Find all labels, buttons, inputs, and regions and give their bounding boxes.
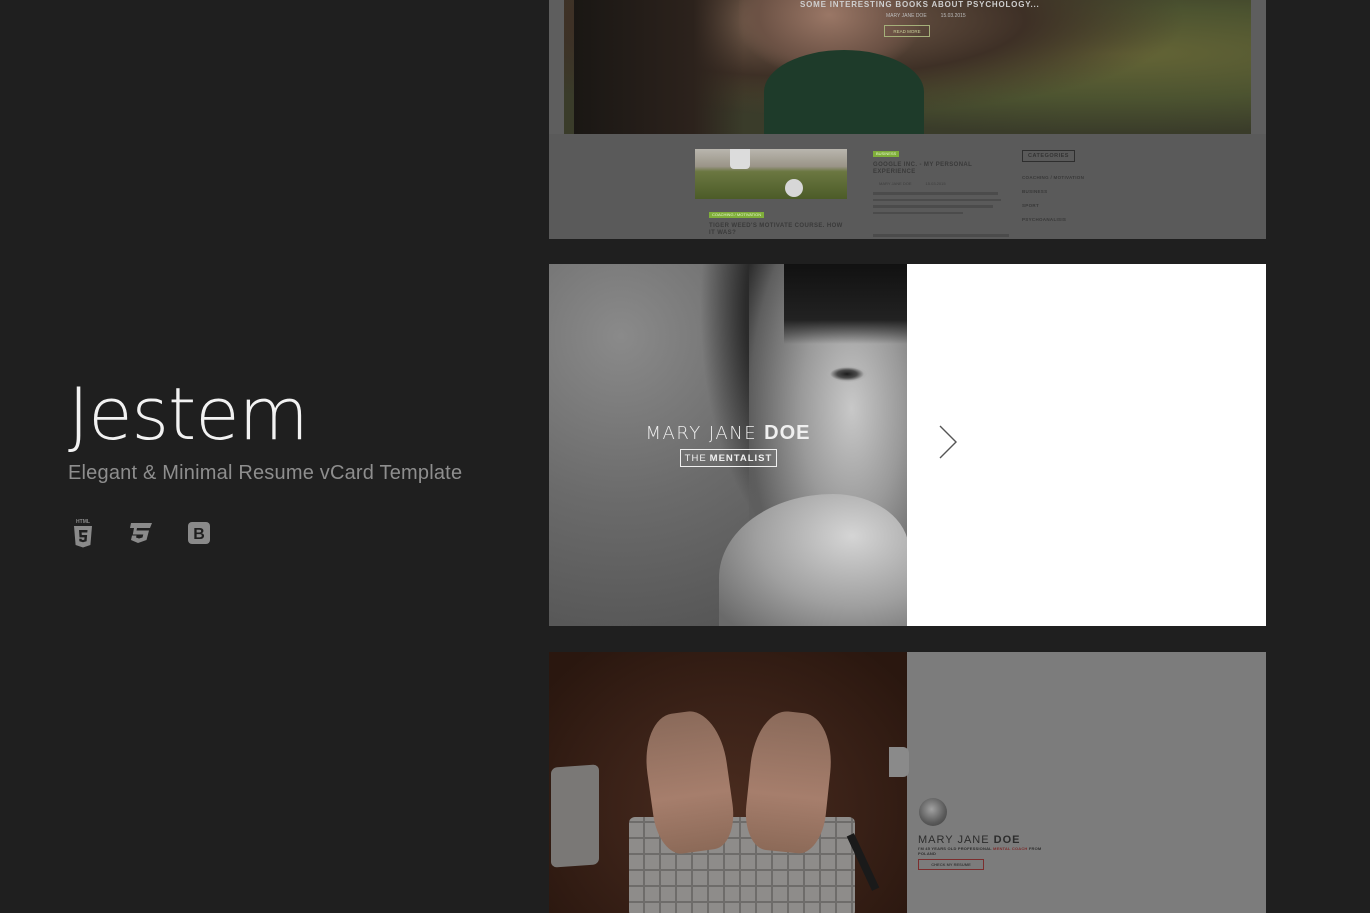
- chevron-right-icon[interactable]: [937, 424, 959, 460]
- post-author: MARY JANE DOE: [879, 181, 912, 186]
- read-more-button[interactable]: READ MORE: [884, 25, 930, 37]
- blog-hero-author: MARY JANE DOE: [886, 13, 927, 19]
- svg-text:HTML: HTML: [76, 519, 90, 525]
- hero-first-name: MARY JANE: [645, 423, 758, 444]
- blog-hero-title: SOME INTERESTING BOOKS ABOUT PSYCHOLOGY.…: [800, 0, 1040, 9]
- post-excerpt: [873, 192, 1003, 218]
- post-golf-image: [695, 149, 847, 199]
- profile-content: MARY JANE DOE I'M 45 YEARS OLD PROFESSIO…: [889, 652, 1266, 913]
- css3-icon: [128, 516, 154, 550]
- categories-heading: CATEGORIES: [1022, 150, 1075, 162]
- tech-icons: HTML B: [70, 516, 212, 550]
- hero-last-name: DOE: [764, 422, 811, 444]
- svg-text:B: B: [193, 526, 205, 543]
- hero-content-area: [907, 264, 1266, 626]
- category-item[interactable]: SPORT: [1022, 203, 1039, 208]
- post-tag-2[interactable]: COACHING / MOTIVATION: [709, 212, 765, 218]
- profile-description: I'M 45 YEARS OLD PROFESSIONAL MENTAL COA…: [918, 846, 1058, 856]
- hero-photo: MARY JANE DOE THE MENTALIST: [549, 264, 909, 626]
- hero-bangs: [784, 264, 907, 344]
- phone-device: [551, 764, 599, 868]
- hero-panel: MARY JANE DOE THE MENTALIST: [549, 264, 1266, 626]
- blog-preview-panel[interactable]: SOME INTERESTING BOOKS ABOUT PSYCHOLOGY.…: [549, 0, 1266, 239]
- profile-name: MARY JANE DOE: [918, 834, 1020, 846]
- html5-icon: HTML: [70, 516, 96, 550]
- check-resume-button[interactable]: CHECK MY RESUME: [918, 859, 984, 870]
- hero-role: MENTALIST: [709, 452, 773, 464]
- blog-hero-meta: MARY JANE DOE 15.03.2015: [886, 13, 966, 19]
- golf-ball: [785, 179, 803, 197]
- post-title-2[interactable]: TIGER WEED'S MOTIVATE COURSE. HOW IT WAS…: [709, 223, 849, 237]
- category-item[interactable]: BUSINESS: [1022, 189, 1047, 194]
- post-tag[interactable]: BUSINESS: [873, 151, 900, 157]
- bootstrap-icon: B: [186, 516, 212, 550]
- blog-hero-image: SOME INTERESTING BOOKS ABOUT PSYCHOLOGY.…: [564, 0, 1251, 134]
- blog-hero-date: 15.03.2015: [940, 13, 966, 19]
- profile-desc-highlight: MENTAL COACH: [993, 846, 1028, 851]
- blog-body: BUSINESS GOOGLE INC. - MY PERSONAL EXPER…: [549, 134, 1266, 239]
- post-date: 15.03.2015: [925, 181, 946, 186]
- brand: Jestem Elegant & Minimal Resume vCard Te…: [68, 378, 462, 485]
- profile-first-name: MARY JANE: [918, 834, 990, 846]
- brand-title: Jestem: [68, 372, 309, 456]
- avatar: [919, 798, 947, 826]
- profile-last-name: DOE: [993, 834, 1021, 846]
- profile-preview-panel[interactable]: MARY JANE DOE I'M 45 YEARS OLD PROFESSIO…: [549, 652, 1266, 913]
- hero-photo-hair: [574, 0, 744, 134]
- golf-player-leg: [730, 149, 750, 169]
- hero-photo-dress: [764, 50, 924, 134]
- hero-role-badge: THE MENTALIST: [680, 449, 777, 467]
- post-excerpt-2: [873, 234, 1009, 239]
- post-title[interactable]: GOOGLE INC. - MY PERSONAL EXPERIENCE: [873, 162, 1013, 176]
- hero-name: MARY JANE DOE: [634, 422, 822, 445]
- post-meta: MARY JANE DOE 15.03.2015: [879, 181, 946, 186]
- category-item[interactable]: COACHING / MOTIVATION: [1022, 175, 1084, 180]
- side-handle: [889, 747, 909, 777]
- brand-subtitle: Elegant & Minimal Resume vCard Template: [68, 462, 463, 484]
- keyboard-photo: [549, 652, 907, 913]
- category-item[interactable]: PSYCHOANALISIS: [1022, 217, 1066, 222]
- hero-role-prefix: THE: [684, 452, 707, 464]
- hero-eye: [827, 366, 867, 382]
